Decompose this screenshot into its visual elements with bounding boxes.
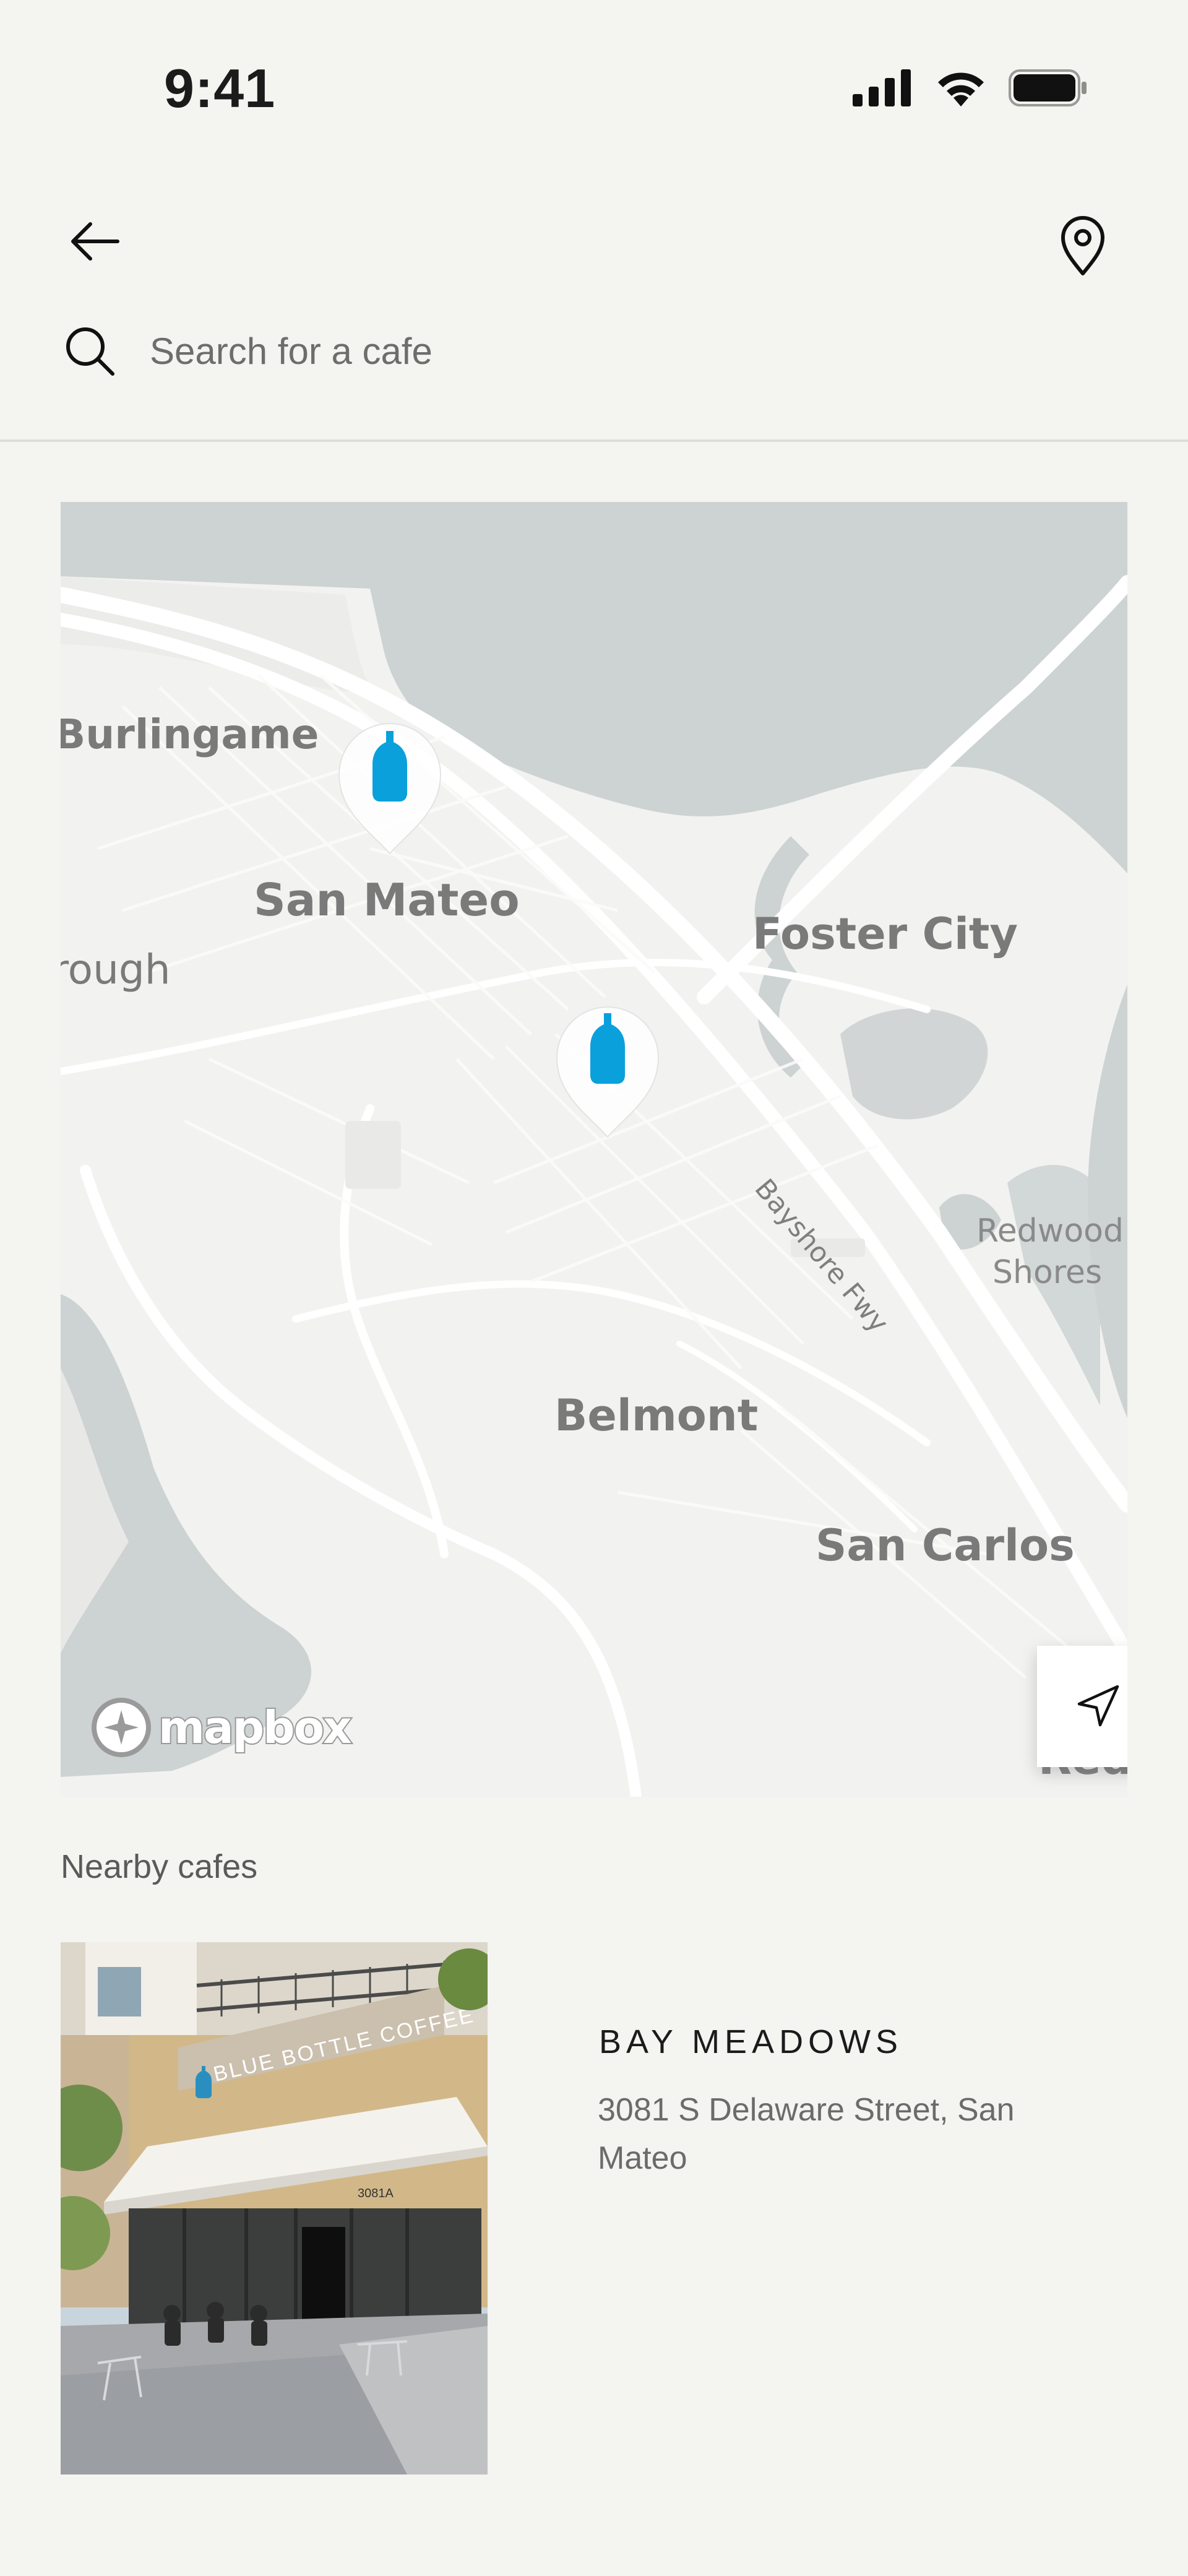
mapbox-logo[interactable]: mapbox <box>90 1696 353 1758</box>
recenter-location-button[interactable] <box>1037 1646 1127 1767</box>
mapbox-wordmark: mapbox <box>157 1700 353 1755</box>
map-view[interactable]: Burlingame San Mateo Foster City rough B… <box>61 502 1127 1797</box>
label-rough: rough <box>61 946 171 993</box>
label-belmont: Belmont <box>554 1390 758 1441</box>
label-san-carlos: San Carlos <box>816 1520 1075 1571</box>
search-icon <box>66 327 114 376</box>
cafe-address: 3081 S Delaware Street, San Mateo <box>598 2092 1015 2176</box>
cafe-list-item[interactable]: BLUE BOTTLE COFFEE 3081A BAY MEADOWS 308… <box>61 1942 1127 2474</box>
search-bar[interactable] <box>62 317 1126 385</box>
navigation-arrow-icon <box>1077 1685 1119 1727</box>
system-icons <box>851 68 1089 108</box>
back-button[interactable] <box>62 210 130 279</box>
wifi-icon <box>938 72 984 106</box>
label-redwood-shores-line2: Shores <box>992 1254 1102 1291</box>
cafe-name: BAY MEADOWS <box>599 2023 903 2060</box>
label-bayshore-fwy: Bayshore Fwy <box>749 1173 895 1339</box>
location-pin-button[interactable] <box>1052 213 1114 281</box>
map-canvas[interactable]: Burlingame San Mateo Foster City rough B… <box>61 502 1127 1797</box>
arrow-left-icon <box>71 222 119 261</box>
label-burlingame: Burlingame <box>61 711 319 758</box>
status-bar: 9:41 <box>0 0 1188 173</box>
cafe-photo: BLUE BOTTLE COFFEE 3081A <box>61 1942 488 2474</box>
cellular-signal-icon <box>853 69 911 106</box>
status-time: 9:41 <box>164 58 276 119</box>
top-nav <box>0 210 1188 285</box>
label-redwood-shores-line1: Redwood <box>976 1212 1124 1250</box>
mapbox-mark-icon <box>92 1698 151 1757</box>
header-divider <box>0 439 1188 442</box>
label-san-mateo: San Mateo <box>254 874 520 926</box>
map-pin-icon <box>1061 216 1104 275</box>
battery-icon <box>1009 69 1087 106</box>
label-foster-city: Foster City <box>752 909 1018 959</box>
storefront-number: 3081A <box>358 2187 394 2200</box>
nearby-cafes-heading: Nearby cafes <box>61 1848 258 1885</box>
search-input[interactable] <box>148 329 1079 373</box>
cafe-marker-san-mateo[interactable] <box>338 723 442 855</box>
